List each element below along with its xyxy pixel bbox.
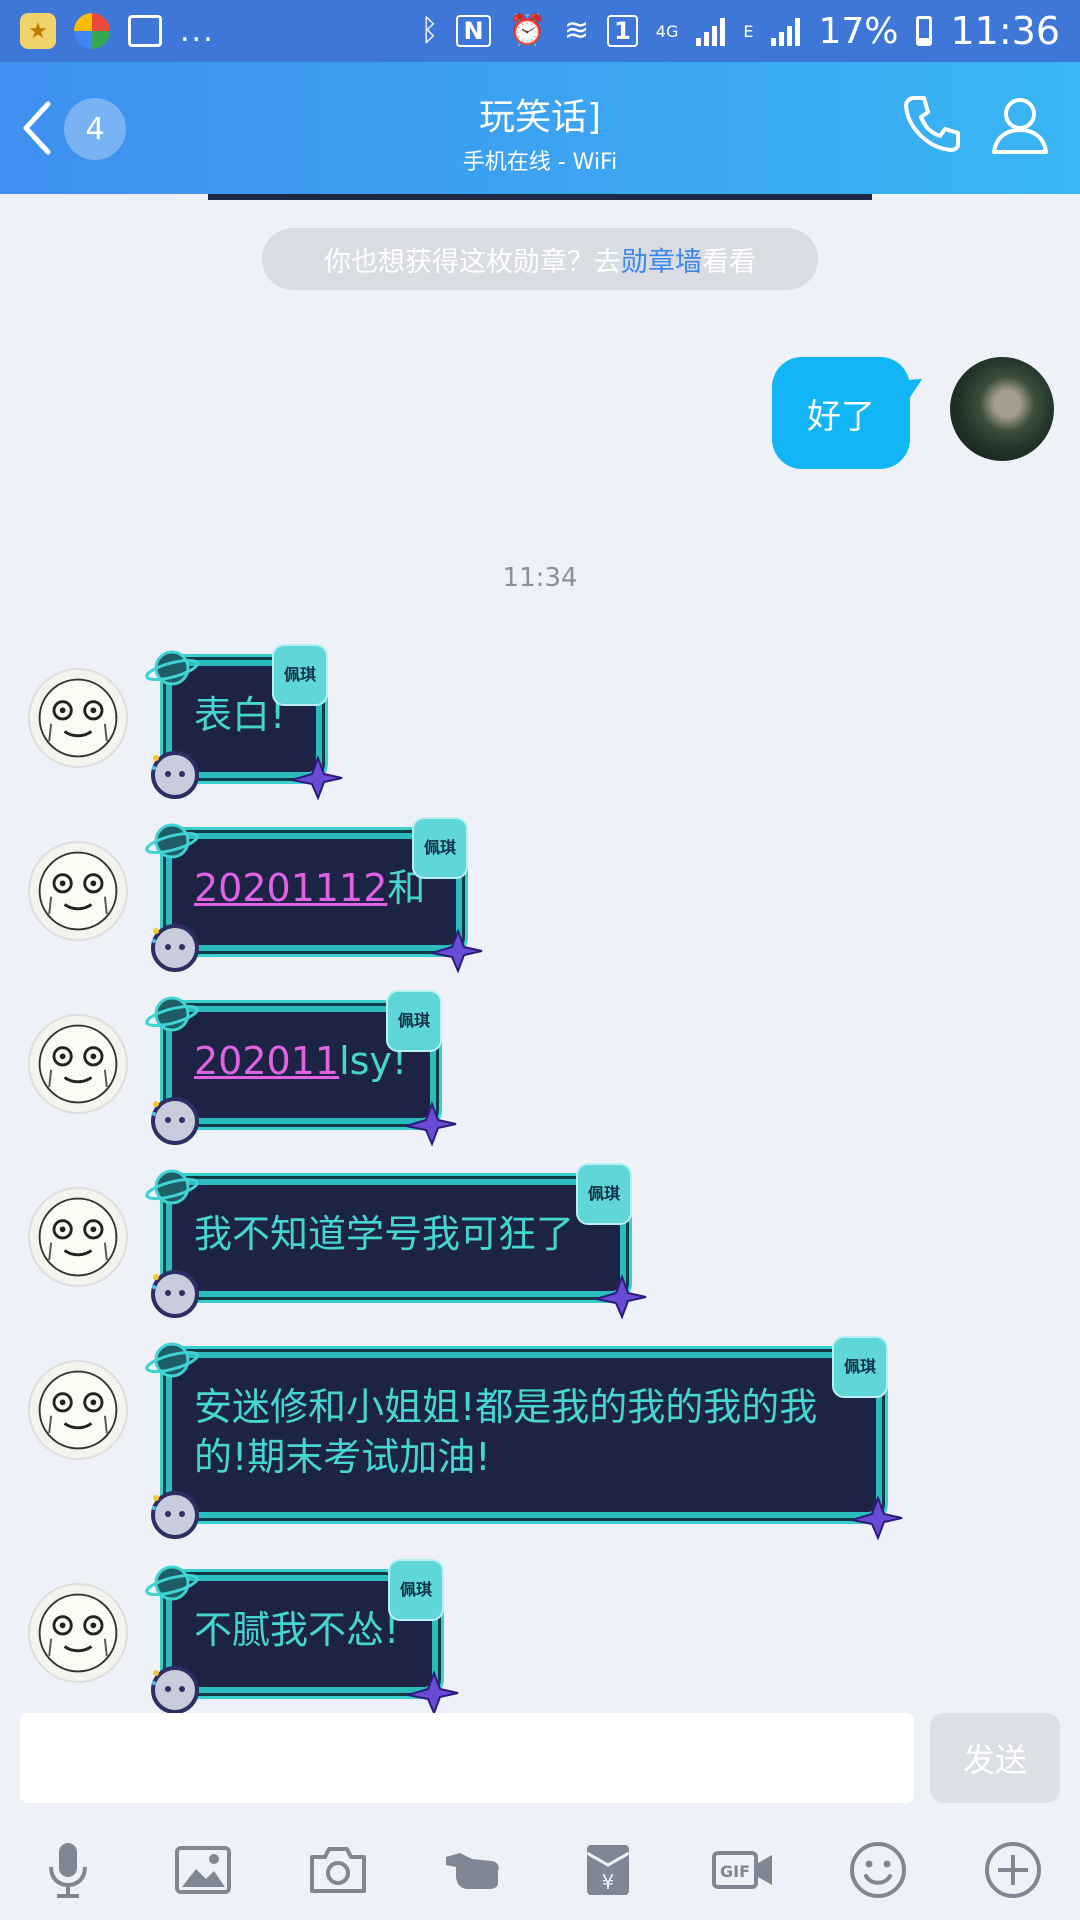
time-divider: 11:34 (502, 563, 578, 593)
bubble-tag: 佩琪 (387, 1559, 444, 1621)
sender-avatar[interactable] (28, 1187, 128, 1287)
astronaut-icon (151, 1666, 199, 1714)
message-bubble[interactable]: 佩琪 20201112和 (145, 817, 483, 974)
planet-icon (145, 1565, 199, 1601)
battery-percent: 17% (818, 10, 899, 52)
bluetooth-icon: ᛒ (420, 13, 439, 48)
sender-avatar[interactable] (28, 1360, 128, 1460)
message-text: 安迷修和小姐姐!都是我的我的我的我的!期末考试加油! (194, 1385, 818, 1479)
notice-prefix: 你也想获得这枚勋章？去 (324, 246, 621, 278)
sender-avatar[interactable] (28, 1014, 128, 1114)
astronaut-icon (151, 1270, 199, 1318)
network-4g-label: 4G (655, 21, 679, 41)
bubble-tag: 佩琪 (271, 644, 328, 706)
bubble-tag: 佩琪 (411, 817, 468, 879)
input-toolbar: ¥ GIF (0, 1830, 1080, 1910)
sender-avatar[interactable] (28, 841, 128, 941)
self-message-bubble[interactable]: 好了 (772, 357, 910, 469)
planet-icon (145, 650, 199, 686)
spaceship-icon (431, 928, 483, 974)
message-bubble[interactable]: 佩琪 不腻我不怂! (145, 1559, 459, 1716)
gallery-icon (128, 15, 162, 47)
planet-icon (145, 1342, 199, 1378)
status-bar: ★ ... ᛒ N ⏰ ≋ 1 4G E 17% 11:36 (0, 0, 1080, 62)
alarm-icon: ⏰ (508, 13, 546, 48)
gif-icon[interactable]: GIF (703, 1830, 783, 1910)
self-avatar[interactable] (950, 357, 1054, 461)
planet-icon (145, 996, 199, 1032)
avatar-face-icon (38, 1593, 118, 1673)
image-icon[interactable] (163, 1830, 243, 1910)
chat-header: 4 玩笑话] 手机在线 - WiFi (0, 62, 1080, 194)
number-link[interactable]: 20201112 (194, 866, 387, 910)
svg-text:GIF: GIF (720, 1862, 750, 1881)
spaceship-icon (291, 755, 343, 801)
message-bubble[interactable]: 佩琪 安迷修和小姐姐!都是我的我的我的我的!期末考试加油! (145, 1336, 903, 1541)
sender-avatar[interactable] (28, 668, 128, 768)
browser-app-icon (74, 13, 110, 49)
avatar-face-icon (38, 1024, 118, 1104)
phone-icon[interactable] (900, 92, 964, 156)
message-input[interactable] (20, 1713, 914, 1803)
message-text: 我不知道学号我可狂了 (194, 1212, 575, 1256)
medal-wall-link[interactable]: 勋章墙 (621, 240, 702, 279)
nfc-icon: N (456, 15, 491, 47)
spaceship-icon (407, 1670, 459, 1716)
battery-icon (916, 16, 933, 46)
network-e-label: E (743, 21, 754, 41)
astronaut-icon (151, 1097, 199, 1145)
more-notifications: ... (180, 13, 215, 49)
plus-icon[interactable] (973, 1830, 1053, 1910)
number-link[interactable]: 202011 (194, 1039, 339, 1083)
header-divider (208, 194, 872, 200)
avatar-face-icon (38, 1370, 118, 1450)
camera-icon[interactable] (298, 1830, 378, 1910)
spaceship-icon (851, 1495, 903, 1541)
message-text: 不腻我不怂! (194, 1608, 400, 1652)
notice-suffix: 看看 (702, 246, 756, 278)
spaceship-icon (405, 1101, 457, 1147)
poke-icon[interactable] (433, 1830, 513, 1910)
red-packet-icon[interactable]: ¥ (568, 1830, 648, 1910)
message-bubble[interactable]: 佩琪 202011lsy! (145, 990, 457, 1147)
wifi-icon: ≋ (563, 13, 590, 48)
avatar-face-icon (38, 1197, 118, 1277)
star-app-icon: ★ (20, 13, 56, 49)
planet-icon (145, 1169, 199, 1205)
astronaut-icon (151, 924, 199, 972)
signal-bars-icon (696, 16, 726, 46)
sender-avatar[interactable] (28, 1583, 128, 1683)
bubble-tag: 佩琪 (831, 1336, 888, 1398)
signal-bars-2-icon (771, 16, 801, 46)
clock: 11:36 (950, 9, 1060, 53)
sim-badge: 1 (607, 15, 638, 47)
spaceship-icon (595, 1274, 647, 1320)
profile-icon[interactable] (990, 94, 1050, 156)
send-button[interactable]: 发送 (930, 1713, 1060, 1803)
medal-notice: 你也想获得这枚勋章？去 勋章墙 看看 (262, 228, 818, 290)
message-bubble[interactable]: 佩琪 表白! (145, 644, 343, 801)
emoji-icon[interactable] (838, 1830, 918, 1910)
astronaut-icon (151, 751, 199, 799)
bubble-tag: 佩琪 (575, 1163, 632, 1225)
avatar-face-icon (38, 678, 118, 758)
message-bubble[interactable]: 佩琪 我不知道学号我可狂了 (145, 1163, 647, 1320)
avatar-face-icon (38, 851, 118, 931)
planet-icon (145, 823, 199, 859)
astronaut-icon (151, 1491, 199, 1539)
microphone-icon[interactable] (28, 1830, 108, 1910)
message-text: 表白! (194, 693, 286, 737)
bubble-tag: 佩琪 (385, 990, 442, 1052)
svg-text:¥: ¥ (602, 1870, 615, 1894)
